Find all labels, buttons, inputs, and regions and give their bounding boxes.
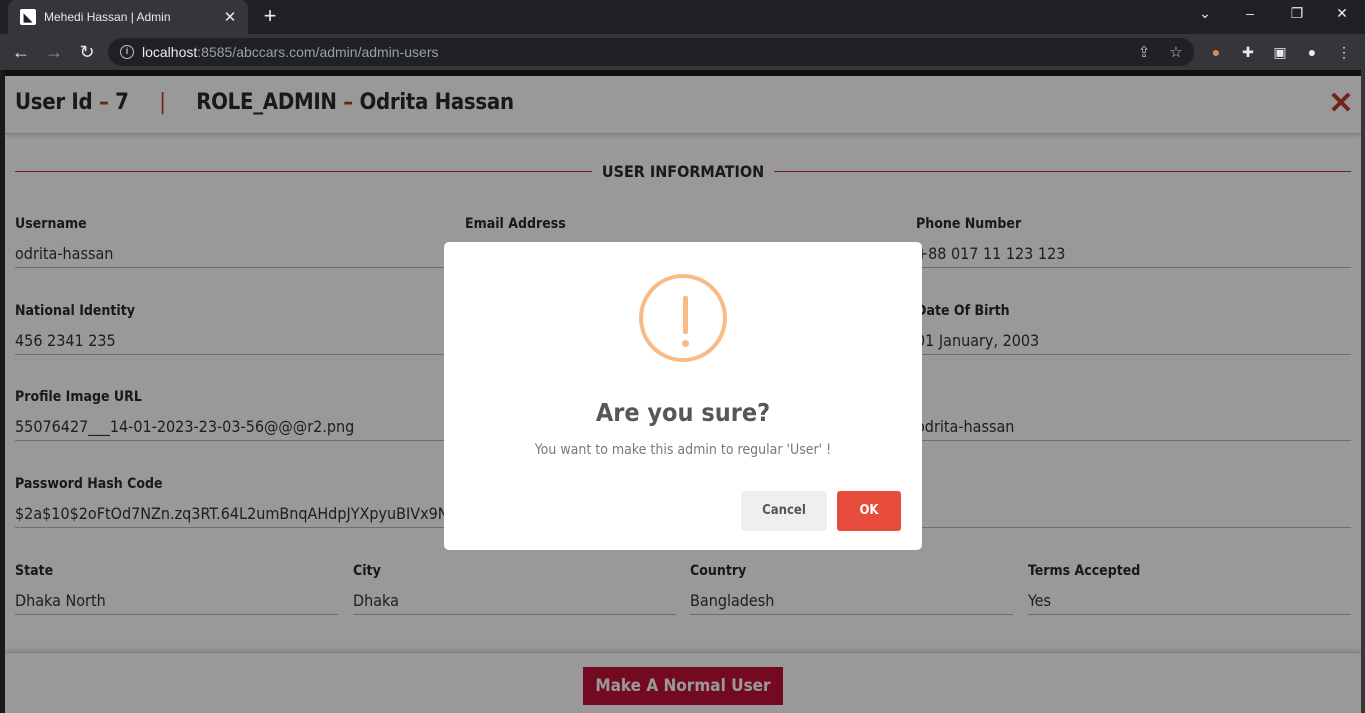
new-tab-icon[interactable]: +: [258, 4, 282, 28]
bookmark-star-icon[interactable]: ☆: [1167, 43, 1185, 61]
dialog-message: You want to make this admin to regular '…: [534, 442, 832, 458]
page-viewport: User Id – 7 | ROLE_ADMIN – Odrita Hassan…: [0, 70, 1365, 713]
tab-close-icon[interactable]: ✕: [220, 8, 240, 26]
forward-arrow-icon[interactable]: →: [42, 40, 66, 64]
browser-menu-icon[interactable]: ⋮: [1335, 43, 1353, 61]
cancel-button[interactable]: Cancel: [741, 491, 827, 531]
browser-toolbar: ← → ↻ i localhost:8585/abccars.com/admin…: [0, 34, 1365, 70]
side-panel-icon[interactable]: ▣: [1271, 43, 1289, 61]
reload-icon[interactable]: ↻: [75, 40, 99, 64]
ok-button[interactable]: OK: [837, 491, 901, 531]
cookie-extension-icon[interactable]: ●: [1207, 43, 1225, 61]
profile-avatar-icon[interactable]: ●: [1303, 43, 1321, 61]
site-favicon-icon: ◣: [20, 9, 36, 25]
browser-tab[interactable]: ◣ Mehedi Hassan | Admin ✕: [8, 0, 248, 34]
browser-tab-bar: ◣ Mehedi Hassan | Admin ✕ + ⌄ – ❐ ✕: [0, 0, 1365, 34]
address-bar[interactable]: i localhost:8585/abccars.com/admin/admin…: [108, 38, 1194, 66]
warning-icon: [639, 274, 727, 362]
site-info-icon[interactable]: i: [120, 45, 134, 59]
tab-title: Mehedi Hassan | Admin: [44, 10, 171, 24]
share-icon[interactable]: ⇪: [1135, 43, 1153, 61]
extensions-puzzle-icon[interactable]: ✚: [1239, 43, 1257, 61]
minimize-icon[interactable]: –: [1240, 5, 1260, 21]
restore-icon[interactable]: ❐: [1287, 5, 1307, 22]
dialog-title: Are you sure?: [595, 398, 771, 427]
url-text: localhost:8585/abccars.com/admin/admin-u…: [142, 44, 439, 60]
confirm-dialog: Are you sure? You want to make this admi…: [444, 242, 922, 550]
window-close-icon[interactable]: ✕: [1332, 5, 1352, 22]
back-arrow-icon[interactable]: ←: [9, 40, 33, 64]
tab-search-chevron-icon[interactable]: ⌄: [1195, 5, 1215, 22]
